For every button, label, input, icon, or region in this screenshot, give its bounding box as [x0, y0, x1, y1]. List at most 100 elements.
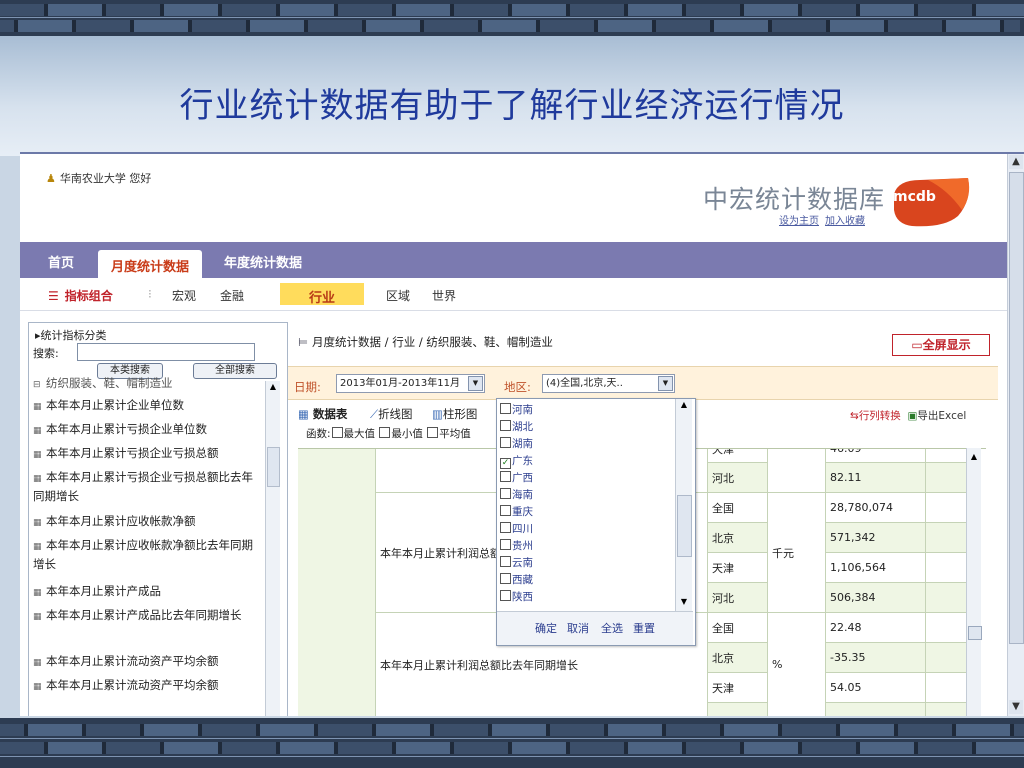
reset-button[interactable]: 重置	[633, 620, 655, 636]
table-cell: 河北	[708, 583, 768, 613]
region-checkbox[interactable]	[500, 471, 511, 482]
max-checkbox[interactable]	[331, 427, 343, 438]
list-item[interactable]: ▦ 本年本月止累计亏损企业亏损总额比去年同期增长	[33, 469, 263, 505]
min-checkbox[interactable]	[379, 427, 391, 438]
panel-scrollbar[interactable]: ▲	[265, 381, 280, 716]
list-item[interactable]: 海南	[499, 487, 533, 502]
window-scroll-thumb[interactable]	[1009, 172, 1024, 644]
region-checkbox[interactable]	[500, 505, 511, 516]
region-checkbox[interactable]	[500, 590, 511, 601]
fullscreen-button[interactable]: ▭全屏显示	[892, 334, 990, 356]
list-item[interactable]: ▦ 本年本月止累计流动资产平均余额	[33, 653, 263, 672]
list-item[interactable]: ▦ 本年本月止累计亏损企业单位数	[33, 421, 263, 440]
region-checkbox[interactable]	[500, 573, 511, 584]
subnav-separator: ⁝	[148, 287, 152, 301]
panel-scroll-thumb[interactable]	[267, 447, 280, 487]
site-header: ♟ 华南农业大学 您好 中宏统计数据库 设为主页 加入收藏 mcdb	[20, 154, 1008, 236]
list-item[interactable]: ▦ 本年本月止累计应收帐款净额比去年同期增长	[33, 537, 263, 573]
cancel-button[interactable]: 取消	[567, 620, 589, 636]
scroll-up-icon[interactable]: ▲	[267, 382, 279, 391]
subnav-world[interactable]: 世界	[432, 287, 456, 304]
tab-barchart[interactable]: ▥柱形图	[432, 406, 477, 422]
table-cell: 1,106,564	[826, 553, 926, 583]
list-item[interactable]: ▦ 本年本月止累计流动资产平均余额	[33, 677, 263, 696]
table-scrollbar[interactable]: ▲	[966, 448, 982, 716]
export-excel-button[interactable]: ▣导出Excel	[908, 410, 967, 422]
list-item[interactable]: 云南	[499, 555, 533, 570]
table-cell: 河北	[708, 463, 768, 493]
list-item[interactable]: 四川	[499, 521, 533, 536]
list-item[interactable]: 湖南	[499, 436, 533, 451]
region-checkbox[interactable]	[500, 488, 511, 499]
subnav-industry[interactable]: 行业	[280, 283, 364, 306]
dropdown-scrollbar[interactable]: ▲ ▼	[675, 399, 692, 611]
subnav-macro[interactable]: 宏观	[172, 287, 196, 304]
subnav-finance[interactable]: 金融	[220, 287, 244, 304]
list-item[interactable]: 河南	[499, 402, 533, 417]
breadcrumb: ⊨ 月度统计数据 / 行业 / 纺织服装、鞋、帽制造业	[298, 335, 553, 349]
dropdown-actions: 确定 取消 全选 重置	[497, 611, 693, 645]
transpose-button[interactable]: ⇆行列转换	[850, 410, 901, 422]
select-all-button[interactable]: 全选	[601, 620, 623, 636]
scroll-down-icon[interactable]: ▼	[1009, 700, 1023, 714]
set-homepage-link[interactable]: 设为主页	[779, 216, 819, 227]
confirm-button[interactable]: 确定	[535, 620, 557, 636]
window-scrollbar[interactable]: ▲ ▼	[1007, 154, 1024, 716]
list-item[interactable]: ▦ 本年本月止累计产成品比去年同期增长	[33, 607, 263, 626]
tab-linechart[interactable]: ⟋折线图	[370, 406, 413, 422]
list-item[interactable]: 重庆	[499, 504, 533, 519]
table-cell: %	[768, 613, 826, 716]
table-cell: 54.05	[826, 673, 926, 703]
region-select[interactable]: (4)全国,北京,天.. ▼	[542, 374, 675, 393]
subnav-region[interactable]: 区域	[386, 287, 410, 304]
search-label: 搜索:	[33, 347, 59, 360]
search-input[interactable]	[77, 343, 255, 361]
list-item[interactable]: ✓ 广东	[499, 453, 533, 469]
nav-monthly[interactable]: 月度统计数据	[98, 250, 202, 278]
scroll-thumb[interactable]	[968, 626, 982, 640]
chevron-down-icon[interactable]: ▼	[658, 376, 673, 391]
region-checkbox[interactable]	[500, 437, 511, 448]
region-checkbox[interactable]	[500, 420, 511, 431]
list-item[interactable]: 西藏	[499, 572, 533, 587]
greeting: ♟ 华南农业大学 您好	[46, 172, 152, 185]
table-cell: 571,342	[826, 523, 926, 553]
nav-home[interactable]: 首页	[48, 252, 74, 271]
scroll-up-icon[interactable]: ▲	[968, 452, 980, 461]
chevron-down-icon[interactable]: ▼	[468, 376, 483, 391]
scroll-up-icon[interactable]: ▲	[677, 400, 691, 409]
list-item[interactable]: ▦ 本年本月止累计企业单位数	[33, 397, 263, 416]
table-icon: ▦	[33, 612, 42, 622]
list-item[interactable]: 广西	[499, 470, 533, 485]
table-cell: 天津	[708, 449, 768, 463]
list-item[interactable]: 贵州	[499, 538, 533, 553]
tree-group[interactable]: ⊟ 纺织服装、鞋、帽制造业	[33, 375, 263, 394]
indicator-combo[interactable]: ☰ 指标组合	[48, 287, 113, 304]
region-checkbox[interactable]	[500, 403, 511, 414]
list-item[interactable]: ▦ 本年本月止累计应收帐款净额	[33, 513, 263, 532]
nav-yearly[interactable]: 年度统计数据	[224, 252, 302, 271]
list-item[interactable]: 湖北	[499, 419, 533, 434]
table-icon: ▦	[33, 518, 42, 528]
table-cell	[708, 703, 768, 716]
scroll-up-icon[interactable]: ▲	[1009, 155, 1023, 169]
table-cell: 46.09	[826, 449, 926, 463]
region-checkbox[interactable]	[500, 522, 511, 533]
region-checkbox[interactable]	[500, 556, 511, 567]
avg-checkbox[interactable]	[427, 427, 439, 438]
add-favorite-link[interactable]: 加入收藏	[825, 216, 865, 227]
region-checkbox-checked[interactable]: ✓	[500, 458, 511, 469]
list-item[interactable]: 陕西	[499, 589, 533, 604]
list-item[interactable]: ▦ 本年本月止累计亏损企业亏损总额	[33, 445, 263, 464]
tab-datatable[interactable]: ▦ 数据表	[298, 406, 348, 422]
scroll-down-icon[interactable]: ▼	[677, 597, 691, 606]
region-checkbox[interactable]	[500, 539, 511, 550]
list-item[interactable]: ▦ 本年本月止累计产成品	[33, 583, 263, 602]
table-cell: 千元	[768, 493, 826, 613]
region-dropdown: 河南 湖北 湖南 ✓ 广东 广西 海南 重庆 四川 贵州 云南 西藏 陕西 ▲ ▼…	[496, 398, 696, 646]
table-cell: 北京	[708, 523, 768, 553]
date-select[interactable]: 2013年01月-2013年11月 ▼	[336, 374, 485, 393]
table-icon: ▦	[33, 658, 42, 668]
table-icon: ▦	[33, 426, 42, 436]
dropdown-scroll-thumb[interactable]	[677, 495, 692, 557]
